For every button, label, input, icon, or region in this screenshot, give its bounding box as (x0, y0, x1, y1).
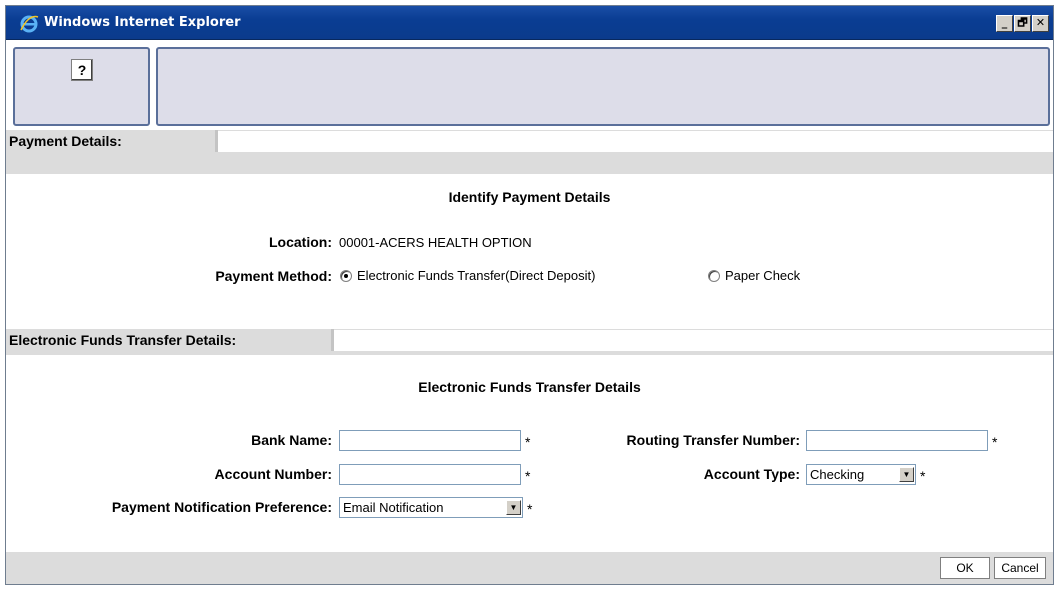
account-number-label: Account Number: (214, 466, 332, 482)
dropdown-arrow-icon[interactable]: ▼ (506, 500, 521, 515)
paper-check-radio-label: Paper Check (725, 268, 801, 283)
routing-number-label: Routing Transfer Number: (626, 432, 800, 448)
account-type-select[interactable]: Checking ▼ (806, 464, 916, 485)
location-label: Location: (269, 234, 332, 250)
payment-details-header: Payment Details: (6, 130, 1053, 154)
header-filler (218, 130, 1053, 152)
routing-number-input[interactable] (806, 430, 988, 451)
title-bar[interactable]: Windows Internet Explorer _ 🗗 ✕ (6, 6, 1053, 40)
payment-details-title: Payment Details: (6, 130, 218, 152)
eft-heading: Electronic Funds Transfer Details (418, 379, 641, 395)
cancel-button[interactable]: Cancel (994, 557, 1046, 579)
location-value: 00001-ACERS HEALTH OPTION (339, 235, 532, 250)
restore-button[interactable]: 🗗 (1014, 15, 1031, 32)
notification-preference-value: Email Notification (343, 500, 444, 515)
help-panel: ? (13, 47, 150, 126)
account-type-label: Account Type: (703, 466, 800, 482)
section-band (6, 152, 1053, 174)
payment-method-label: Payment Method: (215, 268, 332, 284)
browser-window: Windows Internet Explorer _ 🗗 ✕ ? Paymen… (5, 5, 1054, 585)
required-marker: * (527, 501, 533, 517)
close-button[interactable]: ✕ (1032, 15, 1049, 32)
bank-name-label: Bank Name: (251, 432, 332, 448)
ok-button[interactable]: OK (940, 557, 990, 579)
notification-preference-select[interactable]: Email Notification ▼ (339, 497, 523, 518)
eft-radio-option[interactable]: Electronic Funds Transfer(Direct Deposit… (340, 268, 595, 283)
dropdown-arrow-icon[interactable]: ▼ (899, 467, 914, 482)
window-title: Windows Internet Explorer (44, 15, 241, 30)
help-button[interactable]: ? (71, 59, 93, 81)
identify-payment-heading: Identify Payment Details (448, 189, 611, 205)
section-band (6, 351, 1053, 355)
window-controls: _ 🗗 ✕ (996, 15, 1049, 33)
toolbar: ? (6, 41, 1053, 129)
header-filler (334, 329, 1053, 351)
paper-check-radio-option[interactable]: Paper Check (708, 268, 800, 283)
required-marker: * (525, 468, 531, 484)
required-marker: * (992, 434, 998, 450)
required-marker: * (525, 434, 531, 450)
eft-radio-label: Electronic Funds Transfer(Direct Deposit… (357, 268, 596, 283)
required-marker: * (920, 468, 926, 484)
eft-details-title: Electronic Funds Transfer Details: (6, 329, 334, 351)
account-type-value: Checking (810, 467, 865, 482)
notification-preference-label: Payment Notification Preference: (111, 499, 332, 515)
dialog-footer: OK Cancel (6, 552, 1053, 584)
internet-explorer-icon (20, 15, 39, 33)
eft-details-header: Electronic Funds Transfer Details: (6, 329, 1053, 353)
paper-check-radio-button[interactable] (708, 269, 720, 282)
minimize-button[interactable]: _ (996, 15, 1013, 32)
bank-name-input[interactable] (339, 430, 521, 451)
toolbar-panel (156, 47, 1050, 126)
eft-radio-button[interactable] (340, 269, 352, 282)
account-number-input[interactable] (339, 464, 521, 485)
